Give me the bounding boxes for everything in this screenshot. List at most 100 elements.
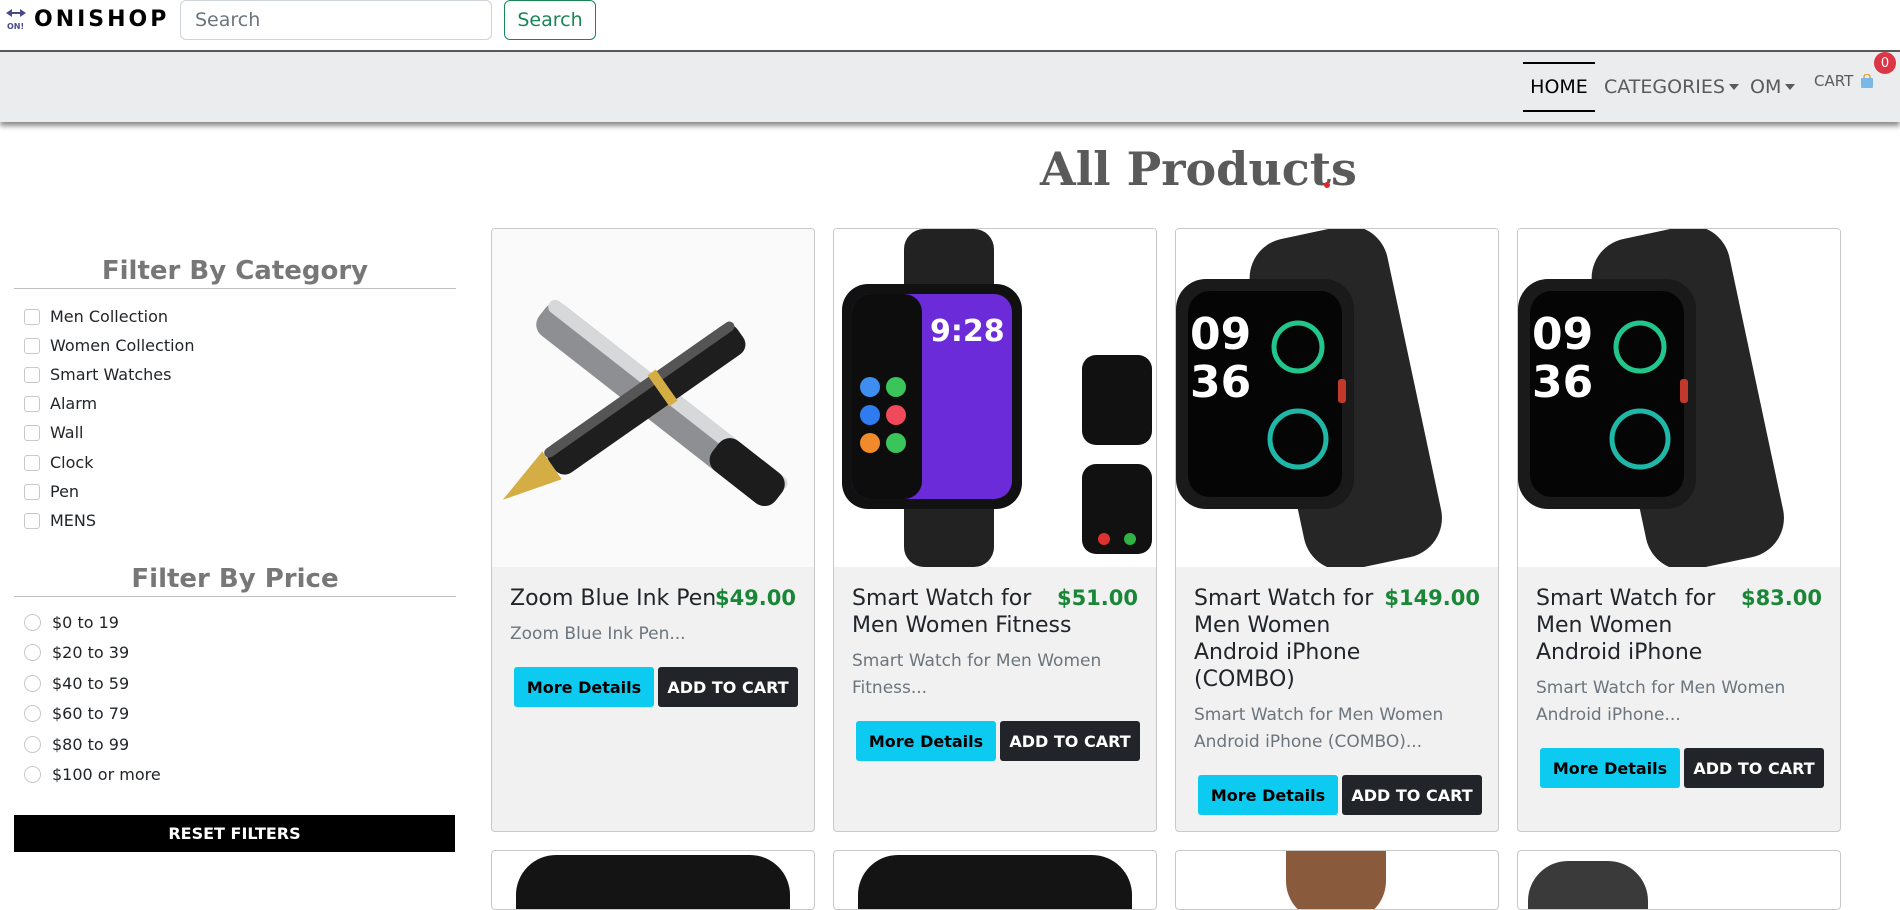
category-label: Wall [50,423,84,442]
product-name[interactable]: Zoom Blue Ink Pen [510,585,716,612]
price-label: $60 to 79 [52,704,130,723]
navbar: HOME CATEGORIES OM CART [0,52,1900,122]
category-label: Clock [50,453,94,472]
product-card [491,850,815,910]
product-card: Zoom Blue Ink Pen $49.00 Zoom Blue Ink P… [491,228,815,832]
price-radio-60-79[interactable]: $60 to 79 [24,704,129,723]
search-input[interactable] [180,0,492,40]
price-filter-heading: Filter By Price [131,564,339,594]
radio-button[interactable] [24,675,41,692]
nav-user-label: OM [1750,76,1782,98]
model-image[interactable] [1286,851,1386,909]
brand[interactable]: ON! ONISHOP [4,6,169,32]
nav-categories-dropdown[interactable]: CATEGORIES [1604,62,1739,112]
logo-text: ON! [7,22,24,31]
category-checkbox-pen[interactable]: Pen [24,482,79,501]
product-name[interactable]: Smart Watch for Men Women Android iPhone… [1194,585,1373,693]
product-price: $49.00 [714,586,796,610]
product-card [1517,850,1841,910]
add-to-cart-button[interactable]: ADD TO CART [658,667,798,707]
divider [14,288,456,289]
product-description: Zoom Blue Ink Pen... [510,621,686,648]
cart-count-badge: 0 [1874,52,1896,74]
checkbox[interactable] [24,308,40,325]
category-checkbox-smart-watches[interactable]: Smart Watches [24,365,171,384]
nav-home[interactable]: HOME [1523,62,1595,112]
add-to-cart-button[interactable]: ADD TO CART [1684,748,1824,788]
product-name-line: Men Women Fitness [852,613,1072,638]
category-label: Women Collection [50,336,195,355]
radio-button[interactable] [24,705,41,722]
category-checkbox-men-collection[interactable]: Men Collection [24,307,168,326]
radio-button[interactable] [24,644,41,661]
price-label: $40 to 59 [52,674,130,693]
category-label: Men Collection [50,307,169,326]
category-label: Pen [50,482,80,501]
more-details-button[interactable]: More Details [856,721,996,761]
checkbox[interactable] [24,424,40,441]
svg-text:36: 36 [1532,357,1593,408]
product-card [833,850,1157,910]
more-details-button[interactable]: More Details [1198,775,1338,815]
page-title: All Products [1040,142,1357,196]
brand-name: ONISHOP [34,6,170,32]
checkbox[interactable] [24,454,40,471]
category-checkbox-women-collection[interactable]: Women Collection [24,336,194,355]
nav-categories-label: CATEGORIES [1604,76,1725,98]
reset-filters-button[interactable]: RESET FILTERS [14,815,455,852]
radio-button[interactable] [24,736,41,753]
category-checkbox-alarm[interactable]: Alarm [24,394,97,413]
product-description-line: Smart Watch for Men Women [852,651,1102,671]
watch-image[interactable]: 9:28 [834,229,1156,567]
checkbox[interactable] [24,337,40,354]
more-details-button[interactable]: More Details [1540,748,1680,788]
category-checkbox-wall[interactable]: Wall [24,423,84,442]
nav-cart[interactable]: CART [1814,72,1875,90]
product-name-line: Android iPhone [1536,640,1703,665]
checkbox[interactable] [24,483,40,500]
checkbox[interactable] [24,395,40,412]
svg-text:09: 09 [1190,309,1251,360]
price-radio-40-59[interactable]: $40 to 59 [24,674,129,693]
brand-logo-icon: ON! [4,6,28,32]
tshirt-image[interactable] [516,855,790,909]
product-name-line: Smart Watch for [1536,586,1716,611]
tshirt-image[interactable] [1528,861,1648,909]
search-button[interactable]: Search [504,0,596,40]
category-checkbox-clock[interactable]: Clock [24,453,93,472]
product-description: Smart Watch for Men Women Fitness... [852,648,1101,702]
product-description: Smart Watch for Men Women Android iPhone… [1536,675,1785,729]
nav-cart-label: CART [1814,72,1854,90]
product-name[interactable]: Smart Watch for Men Women Android iPhone [1536,585,1715,666]
pen-image[interactable] [492,229,814,567]
svg-text:9:28: 9:28 [930,314,1005,349]
nav-user-dropdown[interactable]: OM [1750,62,1796,112]
radio-button[interactable] [24,614,41,631]
product-name[interactable]: Smart Watch for Men Women Fitness [852,585,1071,639]
price-label: $100 or more [52,765,161,784]
product-name-line: Android iPhone [1194,640,1361,665]
product-card: 09 36 Smart Watch for Men Women Android … [1517,228,1841,832]
checkbox[interactable] [24,512,40,529]
tshirt-image[interactable] [858,855,1132,909]
price-radio-0-19[interactable]: $0 to 19 [24,613,119,632]
category-label: MENS [50,511,97,530]
add-to-cart-button[interactable]: ADD TO CART [1000,721,1140,761]
chevron-down-icon [1728,84,1739,90]
checkbox[interactable] [24,366,40,383]
price-radio-100-more[interactable]: $100 or more [24,765,161,784]
product-card: 09 36 Smart Watch for Men Women Android … [1175,228,1499,832]
watch-image[interactable]: 09 36 [1518,229,1840,571]
category-checkbox-mens[interactable]: MENS [24,511,96,530]
top-bar: ON! ONISHOP Search [0,0,1900,52]
price-label: $0 to 19 [52,613,119,632]
more-details-button[interactable]: More Details [514,667,654,707]
product-name-line: Smart Watch for [852,586,1032,611]
add-to-cart-button[interactable]: ADD TO CART [1342,775,1482,815]
watch-image[interactable]: 09 36 [1176,229,1498,571]
radio-button[interactable] [24,766,41,783]
price-radio-20-39[interactable]: $20 to 39 [24,643,129,662]
price-radio-80-99[interactable]: $80 to 99 [24,735,129,754]
product-description-line: Smart Watch for Men Women [1194,705,1444,725]
category-filter-heading: Filter By Category [101,256,369,286]
